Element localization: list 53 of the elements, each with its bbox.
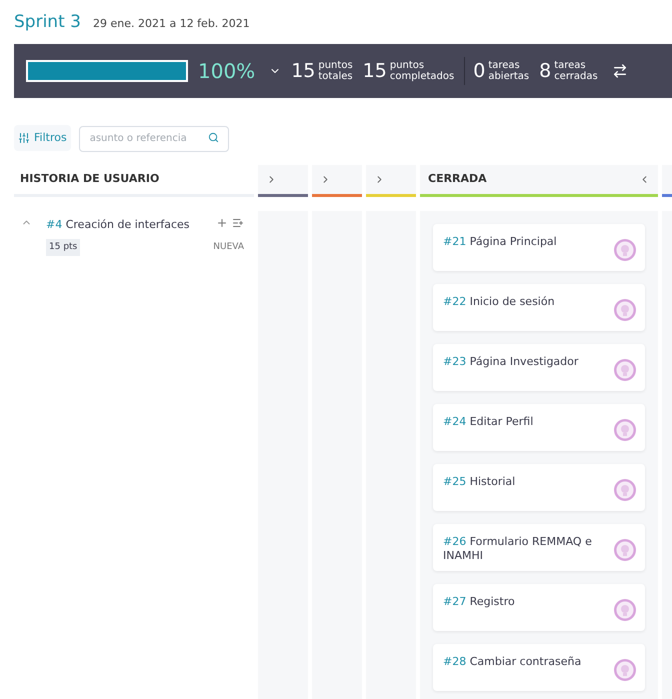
stat-number: 15 xyxy=(362,58,387,84)
progress-percent: 100% xyxy=(198,58,256,85)
task-title: #21 Página Principal xyxy=(443,235,558,250)
task-title: #27 Registro xyxy=(443,595,516,610)
avatar-icon xyxy=(613,598,637,622)
search-icon xyxy=(208,132,219,144)
column-header: HISTORIA DE USUARIO xyxy=(20,171,160,188)
swap-icon[interactable] xyxy=(612,63,628,79)
task-card[interactable]: #25 Historial xyxy=(433,464,645,511)
avatar-icon xyxy=(613,418,637,442)
stat-label: tareas xyxy=(554,60,587,71)
stat-label: puntos xyxy=(318,60,353,71)
story-title[interactable]: #4 Creación de interfaces xyxy=(46,217,190,234)
stat-label: tareas xyxy=(488,60,521,71)
task-title: #24 Editar Perfil xyxy=(443,415,534,430)
stat-number: 0 xyxy=(473,58,486,84)
column-title: CERRADA xyxy=(428,171,487,188)
task-title: #23 Página Investigador xyxy=(443,355,580,370)
task-card[interactable]: #28 Cambiar contraseña xyxy=(433,644,645,691)
stat-number: 15 xyxy=(291,58,316,84)
task-title: #26 Formulario REMMAQ e INAMHI xyxy=(443,535,593,564)
story-status: NUEVA xyxy=(213,240,244,254)
stat-label: completados xyxy=(390,71,454,82)
collapsed-column-header[interactable] xyxy=(258,165,308,197)
sprint-dates: 29 ene. 2021 a 12 feb. 2021 xyxy=(92,16,250,32)
search-field[interactable]: asunto o referencia xyxy=(78,126,229,152)
stat-label: totales xyxy=(318,71,353,82)
avatar-icon xyxy=(613,478,637,502)
stat-number: 8 xyxy=(539,58,552,84)
task-card[interactable]: #26 Formulario REMMAQ e INAMHI xyxy=(433,524,645,571)
avatar-icon xyxy=(613,358,637,382)
task-card[interactable]: #27 Registro xyxy=(433,584,645,631)
collapsed-column-header[interactable] xyxy=(312,165,362,197)
stat-label: cerradas xyxy=(554,71,598,82)
task-card[interactable]: #22 Inicio de sesión xyxy=(433,284,645,331)
task-card[interactable]: #23 Página Investigador xyxy=(433,344,645,391)
avatar-icon xyxy=(613,238,637,262)
task-card[interactable]: #24 Editar Perfil xyxy=(433,404,645,451)
sprint-title: Sprint 3 xyxy=(14,11,81,34)
points-badge: 15 pts xyxy=(46,238,80,256)
task-card[interactable]: #21 Página Principal xyxy=(433,224,645,271)
task-title: #22 Inicio de sesión xyxy=(443,295,556,310)
avatar-icon xyxy=(613,658,637,682)
stat-label: abiertas xyxy=(488,71,530,82)
avatar-icon xyxy=(613,538,637,562)
filter-icon xyxy=(18,132,30,144)
add-list-icon[interactable] xyxy=(232,217,244,229)
add-icon[interactable] xyxy=(216,217,228,229)
filters-button[interactable]: Filtros xyxy=(14,125,71,151)
stat-label: puntos xyxy=(390,60,424,71)
task-title: #25 Historial xyxy=(443,475,516,490)
avatar-icon xyxy=(613,298,637,322)
task-title: #28 Cambiar contraseña xyxy=(443,655,582,670)
